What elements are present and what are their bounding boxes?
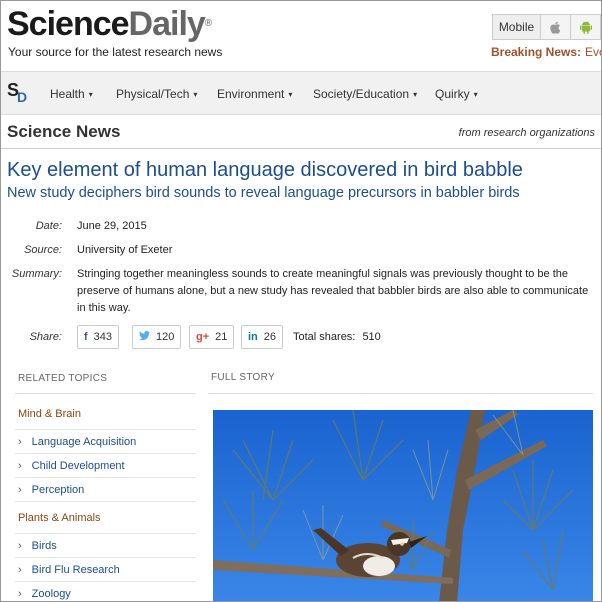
android-icon-glyph bbox=[579, 20, 592, 34]
chevron-down-icon: ▾ bbox=[193, 90, 198, 99]
related-topic-bird-flu-research[interactable]: › Bird Flu Research bbox=[18, 564, 120, 576]
related-topic-label: Birds bbox=[31, 540, 57, 552]
related-topic-label: Perception bbox=[31, 484, 85, 496]
section-title: Science News bbox=[7, 122, 121, 141]
linkedin-icon: in bbox=[248, 331, 258, 343]
facebook-share-count: 343 bbox=[93, 331, 113, 343]
related-topic-label: Child Development bbox=[31, 460, 125, 472]
related-category-plants-animals[interactable]: Plants & Animals bbox=[18, 512, 101, 524]
facebook-icon: f bbox=[84, 331, 88, 343]
divider bbox=[15, 533, 196, 534]
chevron-down-icon: ▾ bbox=[288, 90, 293, 99]
divider bbox=[15, 453, 196, 454]
chevron-down-icon: ▾ bbox=[88, 90, 93, 99]
nav-item-label: Health bbox=[50, 87, 85, 101]
source-label: Source: bbox=[24, 244, 62, 256]
googleplus-share-count: 21 bbox=[215, 331, 228, 343]
related-topic-language-acquisition[interactable]: › Language Acquisition bbox=[18, 436, 136, 448]
nav-item-quirky[interactable]: Quirky ▾ bbox=[435, 87, 478, 101]
date-value: June 29, 2015 bbox=[77, 220, 147, 232]
facebook-share-button[interactable]: f 343 bbox=[77, 325, 120, 349]
nav-item-health[interactable]: Health ▾ bbox=[50, 87, 93, 101]
section-subtitle: from research organizations bbox=[458, 127, 595, 139]
share-label: Share: bbox=[29, 331, 62, 343]
logo-daily: Daily bbox=[128, 5, 206, 43]
main-nav: SD Health ▾ Physical/Tech ▾ Environment ▾ S… bbox=[1, 71, 601, 115]
nav-item-environment[interactable]: Environment ▾ bbox=[217, 87, 292, 101]
divider bbox=[15, 429, 196, 430]
twitter-share-button[interactable]: 120 bbox=[132, 325, 182, 349]
logo-science: Science bbox=[7, 5, 130, 43]
related-topic-label: Language Acquisition bbox=[31, 436, 137, 448]
summary-label: Summary: bbox=[11, 268, 62, 280]
related-topic-child-development[interactable]: › Child Development bbox=[18, 460, 125, 472]
apple-icon[interactable] bbox=[541, 15, 571, 39]
chevron-right-icon: › bbox=[18, 564, 22, 576]
breaking-news-headline[interactable]: Evol bbox=[585, 45, 601, 59]
logo-registered-mark: ® bbox=[204, 18, 212, 29]
nav-item-label: Society/Education bbox=[313, 87, 410, 101]
date-label: Date: bbox=[35, 220, 62, 232]
related-topic-zoology[interactable]: › Zoology bbox=[18, 588, 71, 600]
divider bbox=[1, 148, 601, 149]
chevron-down-icon: ▾ bbox=[473, 90, 478, 99]
nav-item-label: Physical/Tech bbox=[116, 87, 190, 101]
summary-text: Stringing together meaningless sounds to… bbox=[77, 268, 589, 314]
article-photo-babbler-bird bbox=[213, 410, 593, 601]
linkedin-share-count: 26 bbox=[263, 331, 277, 343]
twitter-icon bbox=[139, 331, 150, 343]
related-topic-label: Bird Flu Research bbox=[31, 564, 120, 576]
chevron-right-icon: › bbox=[18, 460, 22, 472]
divider bbox=[15, 393, 196, 394]
total-shares-value: 510 bbox=[362, 331, 381, 343]
chevron-right-icon: › bbox=[18, 484, 22, 496]
android-icon[interactable] bbox=[571, 15, 601, 39]
article-headline: Key element of human language discovered… bbox=[7, 159, 523, 181]
full-story-header: FULL STORY bbox=[211, 372, 275, 383]
chevron-right-icon: › bbox=[18, 588, 22, 600]
platform-switcher: Mobile bbox=[492, 14, 601, 40]
source-value: University of Exeter bbox=[77, 244, 173, 256]
linkedin-share-button[interactable]: in 26 bbox=[241, 325, 284, 349]
nav-home-logo[interactable]: SD bbox=[7, 80, 27, 105]
divider bbox=[15, 557, 196, 558]
site-tagline: Your source for the latest research news bbox=[8, 45, 223, 59]
nav-item-physical-tech[interactable]: Physical/Tech ▾ bbox=[116, 87, 197, 101]
divider bbox=[208, 393, 593, 394]
nav-item-label: Quirky bbox=[435, 87, 470, 101]
total-shares-label: Total shares: bbox=[293, 331, 356, 343]
chevron-right-icon: › bbox=[18, 436, 22, 448]
bird-photo-illustration bbox=[213, 410, 593, 601]
breaking-news[interactable]: Breaking News:Evol bbox=[491, 45, 601, 59]
related-topic-perception[interactable]: › Perception bbox=[18, 484, 84, 496]
googleplus-icon: g+ bbox=[196, 331, 210, 343]
nav-item-label: Environment bbox=[217, 87, 285, 101]
page: ScienceDaily® Your source for the latest… bbox=[0, 0, 602, 602]
breaking-news-label: Breaking News: bbox=[491, 45, 582, 59]
site-logo[interactable]: ScienceDaily® bbox=[7, 5, 212, 43]
related-topic-label: Zoology bbox=[31, 588, 71, 600]
googleplus-share-button[interactable]: g+ 21 bbox=[189, 325, 235, 349]
total-shares: Total shares: 510 bbox=[293, 331, 381, 343]
nav-logo-d: D bbox=[17, 89, 28, 105]
divider bbox=[15, 477, 196, 478]
chevron-down-icon: ▾ bbox=[413, 90, 418, 99]
divider bbox=[15, 501, 196, 502]
chevron-right-icon: › bbox=[18, 540, 22, 552]
related-category-mind-brain[interactable]: Mind & Brain bbox=[18, 408, 81, 420]
apple-icon-glyph bbox=[550, 21, 561, 34]
mobile-link[interactable]: Mobile bbox=[493, 15, 541, 39]
divider bbox=[15, 581, 196, 582]
twitter-share-count: 120 bbox=[156, 331, 175, 343]
related-topics-header: RELATED TOPICS bbox=[18, 373, 108, 384]
nav-item-society-education[interactable]: Society/Education ▾ bbox=[313, 87, 417, 101]
article-subheadline: New study deciphers bird sounds to revea… bbox=[7, 185, 520, 201]
related-topic-birds[interactable]: › Birds bbox=[18, 540, 57, 552]
